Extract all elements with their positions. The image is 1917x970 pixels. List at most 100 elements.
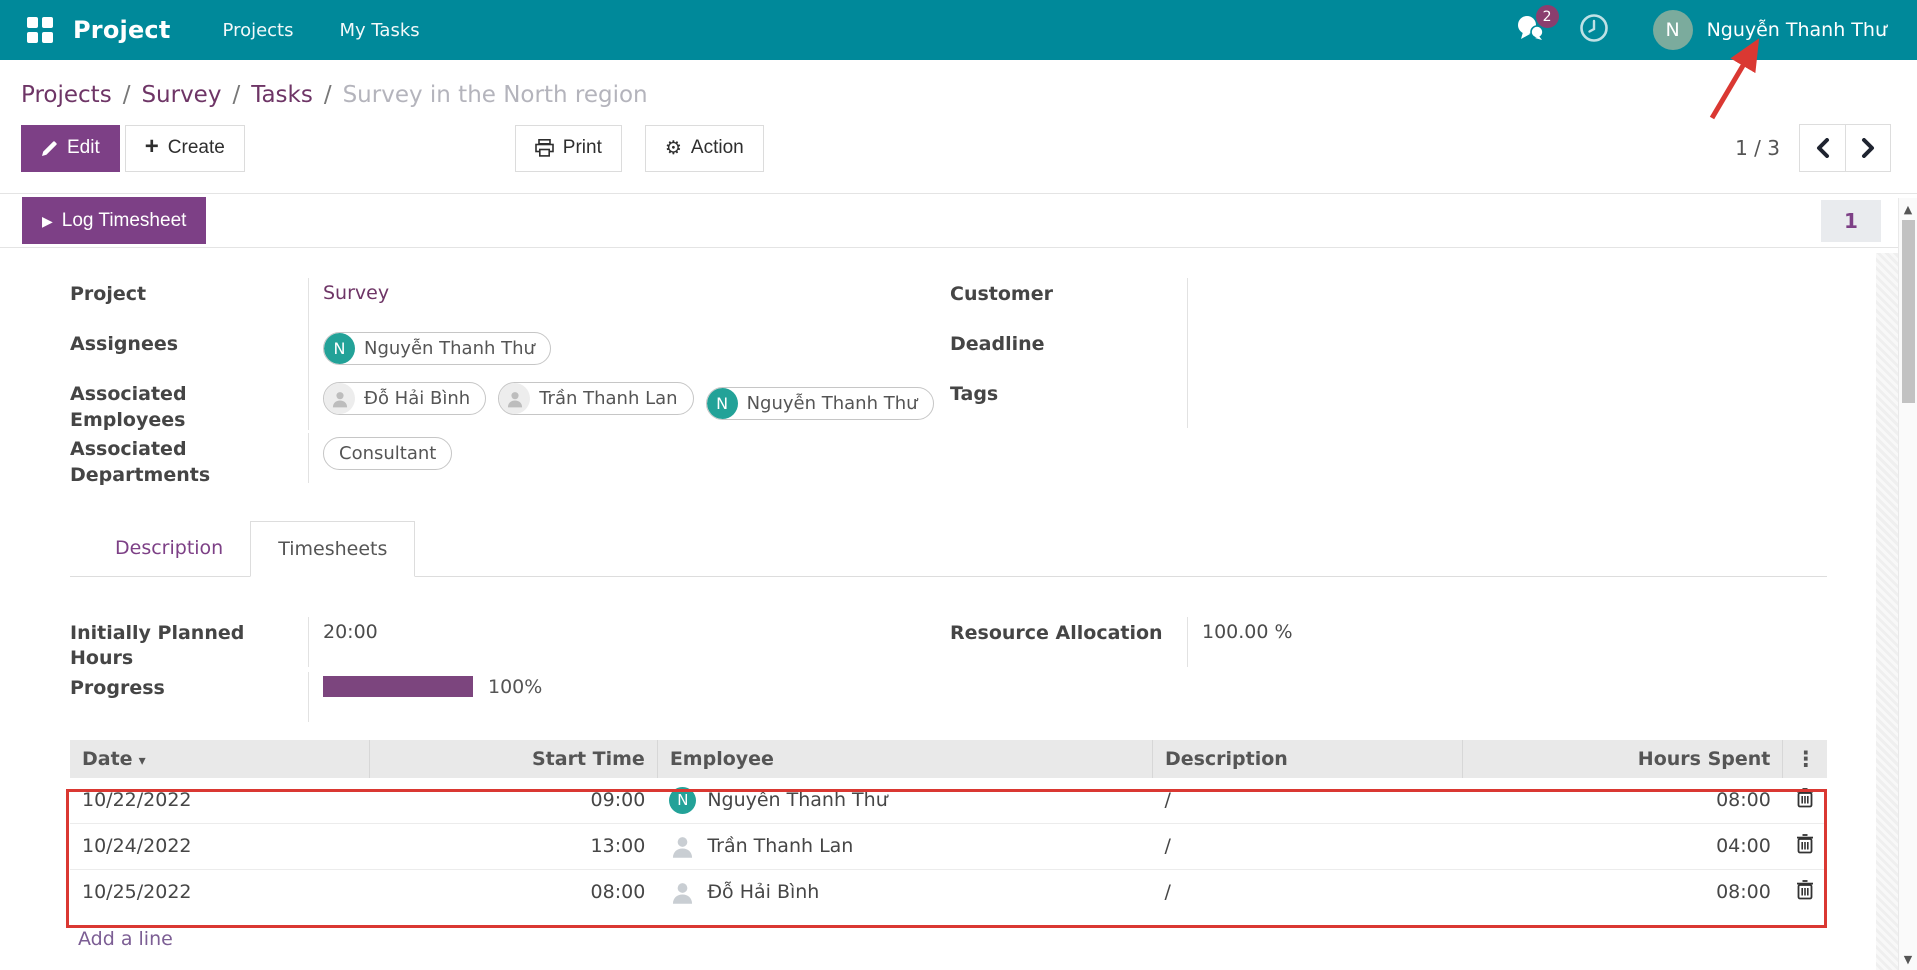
deadline-value[interactable] (1187, 328, 1827, 378)
employee-tag: Đỗ Hải Bình (323, 382, 486, 415)
breadcrumb: Projects/Survey/Tasks/Survey in the Nort… (21, 82, 1917, 108)
breadcrumb-survey[interactable]: Survey (141, 82, 221, 108)
apps-menu-icon[interactable] (27, 17, 53, 43)
user-avatar[interactable]: N (1653, 10, 1693, 50)
play-icon: ▶ (42, 214, 53, 228)
planned-hours-value: 20:00 (308, 617, 950, 667)
column-header-date[interactable]: Date▾ (70, 740, 370, 778)
app-title[interactable]: Project (73, 16, 171, 44)
vertical-scrollbar[interactable]: ▲ ▼ (1898, 198, 1917, 970)
add-a-line-link[interactable]: Add a line (70, 928, 173, 950)
pager-next-button[interactable] (1845, 125, 1890, 171)
timesheet-list: Date▾ Start Time Employee Description Ho… (70, 740, 1827, 950)
pager: 1 / 3 (1735, 124, 1891, 172)
person-icon (324, 383, 355, 414)
delete-row-button[interactable] (1796, 880, 1814, 900)
breadcrumb-tasks[interactable]: Tasks (251, 82, 313, 108)
optional-columns-toggle[interactable]: ⋮ (1783, 740, 1827, 778)
breadcrumb-separator: / (324, 82, 332, 108)
column-header-description[interactable]: Description (1152, 740, 1462, 778)
pencil-icon (41, 140, 58, 157)
tab-description[interactable]: Description (88, 521, 250, 576)
breadcrumb-projects[interactable]: Projects (21, 82, 112, 108)
column-header-start-time[interactable]: Start Time (370, 740, 658, 778)
create-button[interactable]: + Create (125, 125, 245, 172)
table-header-row: Date▾ Start Time Employee Description Ho… (70, 740, 1827, 778)
employee-tag: Trần Thanh Lan (498, 382, 693, 415)
cell-hours-spent: 08:00 (1462, 869, 1783, 915)
cell-employee: Đỗ Hải Bình (657, 869, 1152, 915)
tag-label: Trần Thanh Lan (539, 388, 677, 409)
sort-desc-icon: ▾ (139, 753, 146, 769)
timesheet-row[interactable]: 10/22/2022 09:00 N Nguyễn Thanh Thư / 08… (70, 778, 1827, 824)
department-tag: Consultant (323, 437, 452, 470)
breadcrumb-current: Survey in the North region (343, 82, 648, 108)
project-label: Project (70, 278, 308, 308)
chevron-right-icon (1861, 138, 1876, 158)
cell-description: / (1152, 778, 1462, 824)
trash-icon (1796, 880, 1814, 900)
scrollbar-thumb[interactable] (1902, 220, 1915, 403)
activity-clock-icon[interactable] (1579, 13, 1609, 47)
print-button[interactable]: Print (515, 125, 622, 172)
printer-icon (535, 139, 554, 157)
column-header-employee[interactable]: Employee (657, 740, 1152, 778)
action-button[interactable]: ⚙ Action (645, 125, 764, 172)
messages-icon[interactable]: 2 (1515, 15, 1545, 45)
tags-value[interactable] (1187, 378, 1827, 428)
person-icon (669, 879, 696, 906)
assignee-tag: N Nguyễn Thanh Thư (323, 332, 551, 365)
pager-previous-button[interactable] (1800, 125, 1845, 171)
page: Project Projects My Tasks 2 N Nguyễn (0, 0, 1917, 970)
cell-date: 10/25/2022 (70, 869, 370, 915)
resource-allocation-label: Resource Allocation (950, 617, 1187, 647)
column-header-hours-spent[interactable]: Hours Spent (1462, 740, 1783, 778)
employees-label: Associated Employees (70, 378, 308, 433)
tag-avatar-initial: N (324, 333, 355, 364)
cell-description: / (1152, 869, 1462, 915)
timesheet-row[interactable]: 10/24/2022 13:00 Trần Thanh Lan / 04:00 (70, 823, 1827, 869)
cell-hours-spent: 08:00 (1462, 778, 1783, 824)
log-timesheet-button[interactable]: ▶ Log Timesheet (22, 197, 206, 244)
customer-value[interactable] (1187, 278, 1827, 328)
scroll-down-arrow[interactable]: ▼ (1899, 950, 1917, 968)
timesheet-row[interactable]: 10/25/2022 08:00 Đỗ Hải Bình / 08:00 (70, 869, 1827, 915)
cell-employee: N Nguyễn Thanh Thư (657, 778, 1152, 824)
cell-date: 10/22/2022 (70, 778, 370, 824)
trash-icon (1796, 788, 1814, 808)
employee-avatar: N (669, 787, 696, 814)
cell-date: 10/24/2022 (70, 823, 370, 869)
assignees-label: Assignees (70, 328, 308, 358)
cell-description: / (1152, 823, 1462, 869)
cell-start-time: 08:00 (370, 869, 658, 915)
cell-hours-spent: 04:00 (1462, 823, 1783, 869)
top-navbar: Project Projects My Tasks 2 N Nguyễn (0, 0, 1917, 60)
tag-label: Nguyễn Thanh Thư (364, 338, 535, 359)
tag-label: Đỗ Hải Bình (364, 388, 470, 409)
departments-label: Associated Departments (70, 433, 308, 488)
delete-row-button[interactable] (1796, 834, 1814, 854)
cell-start-time: 13:00 (370, 823, 658, 869)
trash-icon (1796, 834, 1814, 854)
progress-bar (323, 676, 473, 697)
stage-badge[interactable]: 1 (1821, 200, 1881, 242)
tags-label: Tags (950, 378, 1187, 408)
employee-tag: N Nguyễn Thanh Thư (706, 387, 934, 420)
delete-row-button[interactable] (1796, 788, 1814, 808)
chevron-left-icon (1815, 138, 1830, 158)
tag-label: Nguyễn Thanh Thư (747, 393, 918, 414)
project-value-link[interactable]: Survey (323, 282, 389, 304)
scroll-up-arrow[interactable]: ▲ (1899, 200, 1917, 218)
person-icon (669, 833, 696, 860)
kebab-icon: ⋮ (1795, 747, 1815, 771)
tab-timesheets[interactable]: Timesheets (250, 521, 415, 577)
customer-label: Customer (950, 278, 1187, 308)
plus-icon: + (145, 135, 159, 159)
user-menu[interactable]: Nguyễn Thanh Thư (1707, 19, 1887, 41)
deadline-label: Deadline (950, 328, 1187, 358)
edit-button[interactable]: Edit (21, 125, 120, 172)
nav-menu-projects[interactable]: Projects (223, 20, 294, 41)
form-sheet: Project Survey Assignees N Nguyễn Thanh … (0, 248, 1917, 950)
tag-avatar-initial: N (707, 388, 738, 419)
nav-menu-my-tasks[interactable]: My Tasks (340, 20, 420, 41)
